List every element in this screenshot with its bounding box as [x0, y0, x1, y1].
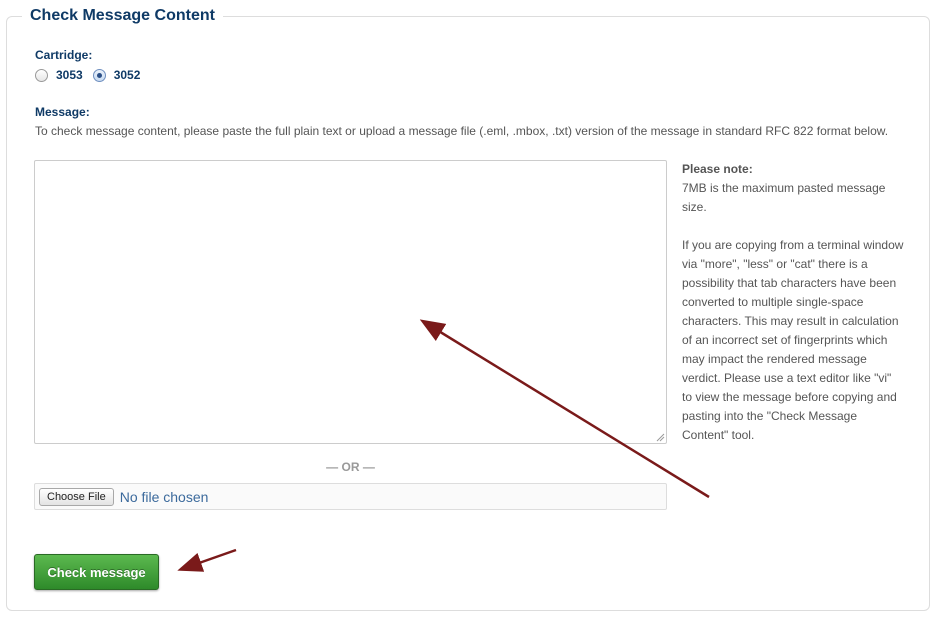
cartridge-radio-3052[interactable]	[92, 68, 106, 82]
message-textarea[interactable]	[34, 160, 667, 444]
cartridge-option-3052[interactable]: 3052	[92, 68, 141, 82]
message-label: Message:	[35, 105, 90, 119]
note-panel: Please note: 7MB is the maximum pasted m…	[682, 160, 904, 464]
file-upload-field[interactable]: Choose File No file chosen	[34, 483, 667, 510]
check-message-page: Check Message Content Cartridge: 3053 30…	[0, 0, 941, 618]
note-size-limit: 7MB is the maximum pasted message size.	[682, 181, 886, 214]
note-terminal-warning: If you are copying from a terminal windo…	[682, 238, 904, 442]
resize-grip-icon[interactable]	[655, 432, 665, 442]
message-description: To check message content, please paste t…	[35, 124, 889, 138]
cartridge-radio-group: 3053 3052	[35, 67, 150, 83]
choose-file-button[interactable]: Choose File	[39, 487, 114, 506]
cartridge-radio-3053[interactable]	[35, 68, 48, 82]
or-divider: — OR —	[326, 460, 375, 474]
note-title: Please note:	[682, 162, 753, 176]
cartridge-option-label: 3052	[113, 68, 141, 82]
cartridge-option-label: 3053	[56, 68, 83, 82]
panel-title: Check Message Content	[22, 6, 223, 26]
cartridge-option-3053[interactable]: 3053	[35, 68, 83, 82]
check-message-button[interactable]: Check message	[34, 554, 159, 590]
file-status: No file chosen	[119, 488, 209, 505]
cartridge-label: Cartridge:	[35, 48, 93, 62]
